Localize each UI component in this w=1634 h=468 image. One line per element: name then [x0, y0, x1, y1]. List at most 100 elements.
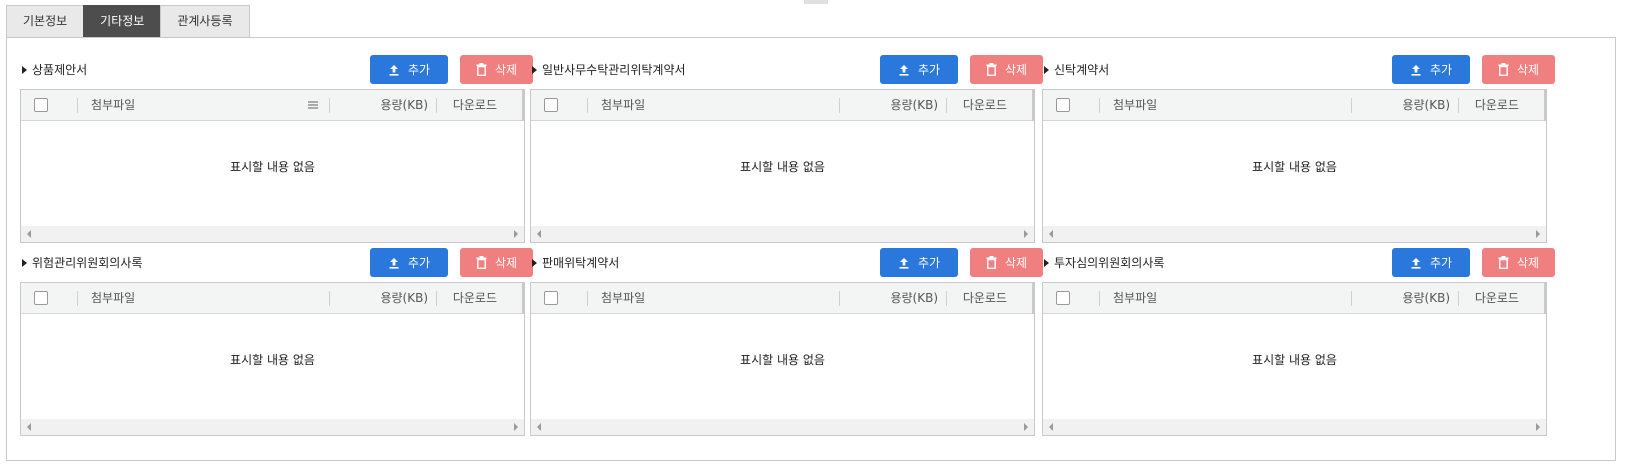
column-divider — [436, 291, 437, 306]
column-header-size[interactable]: 용량(KB) — [380, 283, 428, 314]
scroll-right-icon[interactable] — [514, 423, 518, 431]
column-header-file[interactable]: 첨부파일 — [601, 283, 645, 314]
column-divider — [77, 98, 78, 113]
empty-message: 표시할 내용 없음 — [230, 353, 315, 367]
delete-file-button[interactable]: 삭제 — [1482, 248, 1555, 277]
panel-header: 신탁계약서 추가 삭제 — [1042, 49, 1567, 89]
upload-icon — [388, 64, 400, 76]
scroll-right-icon[interactable] — [514, 230, 518, 238]
select-all-checkbox[interactable] — [544, 291, 558, 305]
select-all-checkbox[interactable] — [544, 98, 558, 112]
trash-icon — [1498, 256, 1509, 269]
add-file-button[interactable]: 추가 — [1392, 55, 1470, 84]
column-header-download[interactable]: 다운로드 — [1475, 283, 1519, 314]
scroll-left-icon[interactable] — [27, 423, 31, 431]
horizontal-scrollbar[interactable] — [21, 419, 524, 435]
scroll-right-icon[interactable] — [1536, 423, 1540, 431]
column-header-size[interactable]: 용량(KB) — [890, 90, 938, 121]
column-menu-icon[interactable] — [308, 101, 318, 109]
scroll-left-icon[interactable] — [537, 423, 541, 431]
select-all-checkbox[interactable] — [1056, 291, 1070, 305]
attachment-panel-5: 판매위탁계약서 추가 삭제 첨부파일 용량(KB) 다운로드 표시할 내용 없음 — [530, 242, 1055, 436]
trash-icon — [986, 63, 997, 76]
horizontal-scrollbar[interactable] — [1043, 226, 1546, 242]
empty-message: 표시할 내용 없음 — [230, 160, 315, 174]
scroll-right-icon[interactable] — [1536, 230, 1540, 238]
horizontal-scrollbar[interactable] — [21, 226, 524, 242]
attachment-grid: 첨부파일 용량(KB) 다운로드 표시할 내용 없음 — [20, 282, 525, 436]
attachment-panel-4: 위험관리위원회의사록 추가 삭제 첨부파일 용량(KB) 다운로드 표시할 내용… — [20, 242, 545, 436]
column-header-file[interactable]: 첨부파일 — [601, 90, 645, 121]
panel-header: 위험관리위원회의사록 추가 삭제 — [20, 242, 545, 282]
upload-icon — [898, 64, 910, 76]
tab-other-info[interactable]: 기타정보 — [83, 5, 162, 37]
column-divider — [946, 291, 947, 306]
panel-title: 일반사무수탁관리위탁계약서 — [532, 61, 686, 78]
column-header-download[interactable]: 다운로드 — [1475, 90, 1519, 121]
column-header-file[interactable]: 첨부파일 — [91, 90, 135, 121]
column-header-download[interactable]: 다운로드 — [963, 90, 1007, 121]
column-header-size[interactable]: 용량(KB) — [1402, 283, 1450, 314]
scroll-left-icon[interactable] — [1049, 423, 1053, 431]
column-divider — [839, 98, 840, 113]
column-header-file[interactable]: 첨부파일 — [1113, 90, 1157, 121]
column-header-download[interactable]: 다운로드 — [963, 283, 1007, 314]
delete-button-label: 삭제 — [494, 63, 518, 77]
upload-icon — [898, 257, 910, 269]
horizontal-scrollbar[interactable] — [531, 419, 1034, 435]
scroll-right-icon[interactable] — [1024, 423, 1028, 431]
attachment-grid: 첨부파일 용량(KB) 다운로드 표시할 내용 없음 — [1042, 282, 1547, 436]
empty-message: 표시할 내용 없음 — [740, 353, 825, 367]
attachment-panel-2: 일반사무수탁관리위탁계약서 추가 삭제 첨부파일 용량(KB) 다운로드 표시할… — [530, 49, 1055, 243]
delete-file-button[interactable]: 삭제 — [460, 248, 533, 277]
delete-file-button[interactable]: 삭제 — [460, 55, 533, 84]
select-all-checkbox[interactable] — [34, 98, 48, 112]
column-header-file[interactable]: 첨부파일 — [91, 283, 135, 314]
column-divider — [839, 291, 840, 306]
trash-icon — [1498, 63, 1509, 76]
horizontal-scrollbar[interactable] — [1043, 419, 1546, 435]
panel-title-text: 일반사무수탁관리위탁계약서 — [542, 63, 686, 77]
attachment-grid: 첨부파일 용량(KB) 다운로드 표시할 내용 없음 — [20, 89, 525, 243]
column-header-size[interactable]: 용량(KB) — [1402, 90, 1450, 121]
delete-file-button[interactable]: 삭제 — [970, 55, 1043, 84]
scroll-left-icon[interactable] — [537, 230, 541, 238]
add-file-button[interactable]: 추가 — [370, 55, 448, 84]
add-file-button[interactable]: 추가 — [880, 55, 958, 84]
grid-header: 첨부파일 용량(KB) 다운로드 — [21, 90, 524, 121]
add-button-label: 추가 — [407, 63, 431, 77]
scroll-left-icon[interactable] — [1049, 230, 1053, 238]
column-header-download[interactable]: 다운로드 — [453, 90, 497, 121]
scroll-right-icon[interactable] — [1024, 230, 1028, 238]
add-button-label: 추가 — [917, 256, 941, 270]
panel-title-text: 상품제안서 — [32, 63, 88, 77]
select-all-checkbox[interactable] — [1056, 98, 1070, 112]
column-header-file[interactable]: 첨부파일 — [1113, 283, 1157, 314]
drag-handle[interactable] — [804, 0, 828, 4]
tab-basic-info[interactable]: 기본정보 — [6, 5, 85, 37]
horizontal-scrollbar[interactable] — [531, 226, 1034, 242]
panel-title-text: 신탁계약서 — [1054, 63, 1110, 77]
add-file-button[interactable]: 추가 — [1392, 248, 1470, 277]
scroll-left-icon[interactable] — [27, 230, 31, 238]
delete-file-button[interactable]: 삭제 — [970, 248, 1043, 277]
bullet-triangle-icon — [532, 259, 537, 267]
panel-title: 신탁계약서 — [1044, 61, 1109, 78]
bullet-triangle-icon — [1044, 66, 1049, 74]
panel-title: 위험관리위원회의사록 — [22, 254, 142, 271]
column-header-size[interactable]: 용량(KB) — [380, 90, 428, 121]
delete-file-button[interactable]: 삭제 — [1482, 55, 1555, 84]
column-divider — [329, 98, 330, 113]
column-divider — [1351, 98, 1352, 113]
add-button-label: 추가 — [1429, 63, 1453, 77]
empty-message: 표시할 내용 없음 — [740, 160, 825, 174]
add-file-button[interactable]: 추가 — [370, 248, 448, 277]
column-header-size[interactable]: 용량(KB) — [890, 283, 938, 314]
column-divider — [1099, 291, 1100, 306]
tab-affiliate-registration[interactable]: 관계사등록 — [160, 5, 250, 37]
select-all-checkbox[interactable] — [34, 291, 48, 305]
column-header-download[interactable]: 다운로드 — [453, 283, 497, 314]
panel-header: 일반사무수탁관리위탁계약서 추가 삭제 — [530, 49, 1055, 89]
upload-icon — [388, 257, 400, 269]
add-file-button[interactable]: 추가 — [880, 248, 958, 277]
